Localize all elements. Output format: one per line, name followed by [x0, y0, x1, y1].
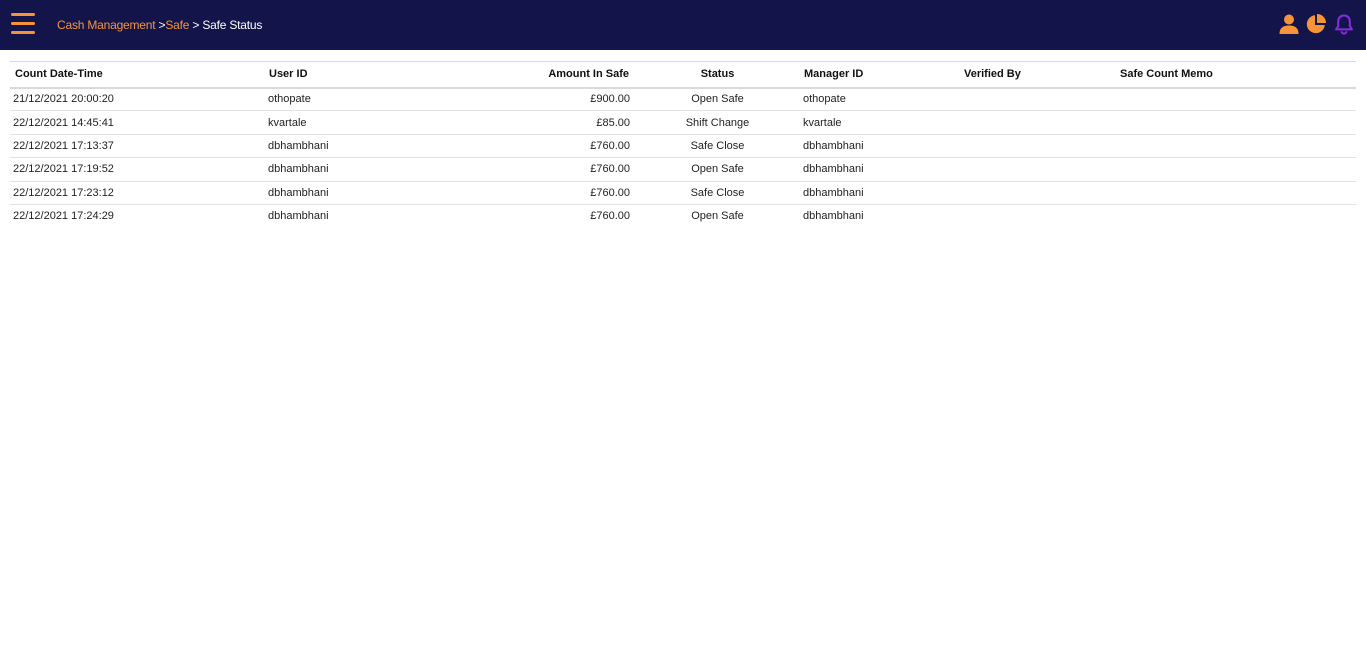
cell-user-id: dbhambhani: [268, 163, 329, 176]
table-header-row: Count Date-Time User ID Amount In Safe S…: [10, 61, 1356, 88]
cell-count-date-time: 22/12/2021 17:23:12: [13, 186, 114, 199]
cell-manager-id: dbhambhani: [803, 210, 864, 223]
cell-amount-in-safe: £900.00: [590, 93, 630, 106]
cell-count-date-time: 21/12/2021 20:00:20: [13, 93, 114, 106]
table-row[interactable]: 22/12/2021 17:23:12 dbhambhani £760.00 S…: [10, 181, 1356, 205]
cell-verified-by: [960, 181, 1116, 204]
cell-status: Safe Close: [690, 139, 745, 152]
bell-icon[interactable]: [1333, 13, 1355, 35]
cell-manager-id: kvartale: [803, 116, 842, 129]
cell-user-id: dbhambhani: [268, 210, 329, 223]
cell-verified-by: [960, 111, 1116, 134]
cell-status: Open Safe: [691, 163, 744, 176]
cell-verified-by: [960, 204, 1116, 227]
cell-verified-by: [960, 158, 1116, 181]
cell-status: Safe Close: [690, 186, 745, 199]
cell-safe-count-memo: [1116, 181, 1356, 204]
cell-amount-in-safe: £760.00: [590, 163, 630, 176]
cell-status: Open Safe: [691, 210, 744, 223]
table-row[interactable]: 22/12/2021 17:13:37 dbhambhani £760.00 S…: [10, 134, 1356, 158]
user-icon[interactable]: [1278, 13, 1300, 35]
column-safe-count-memo[interactable]: Safe Count Memo: [1116, 62, 1356, 88]
column-count-date-time[interactable]: Count Date-Time: [10, 62, 265, 88]
hamburger-menu-icon[interactable]: [11, 13, 35, 35]
table-row[interactable]: 22/12/2021 17:24:29 dbhambhani £760.00 O…: [10, 204, 1356, 227]
table-row[interactable]: 22/12/2021 17:19:52 dbhambhani £760.00 O…: [10, 158, 1356, 182]
cell-safe-count-memo: [1116, 158, 1356, 181]
breadcrumb-separator: >: [192, 18, 200, 32]
cell-status: Open Safe: [691, 93, 744, 106]
cell-user-id: othopate: [268, 93, 311, 106]
cell-verified-by: [960, 134, 1116, 157]
cell-verified-by: [960, 88, 1116, 111]
column-manager-id[interactable]: Manager ID: [800, 62, 960, 88]
pie-chart-icon[interactable]: [1305, 13, 1327, 35]
cell-status: Shift Change: [685, 116, 750, 129]
cell-safe-count-memo: [1116, 204, 1356, 227]
table-row[interactable]: 22/12/2021 14:45:41 kvartale £85.00 Shif…: [10, 111, 1356, 135]
cell-safe-count-memo: [1116, 88, 1356, 111]
top-bar: Cash Management >Safe > Safe Status: [0, 0, 1366, 50]
column-user-id[interactable]: User ID: [265, 62, 460, 88]
cell-count-date-time: 22/12/2021 17:13:37: [13, 139, 114, 152]
breadcrumb-safe[interactable]: Safe: [165, 18, 189, 32]
safe-status-table: Count Date-Time User ID Amount In Safe S…: [10, 61, 1356, 228]
column-status[interactable]: Status: [635, 62, 800, 88]
cell-count-date-time: 22/12/2021 17:24:29: [13, 210, 114, 223]
breadcrumb-cash-management[interactable]: Cash Management: [57, 18, 156, 32]
cell-amount-in-safe: £760.00: [590, 210, 630, 223]
cell-amount-in-safe: £760.00: [590, 186, 630, 199]
cell-amount-in-safe: £85.00: [596, 116, 630, 129]
breadcrumb: Cash Management >Safe > Safe Status: [57, 18, 262, 32]
cell-user-id: kvartale: [268, 116, 307, 129]
cell-amount-in-safe: £760.00: [590, 139, 630, 152]
cell-safe-count-memo: [1116, 134, 1356, 157]
table-row[interactable]: 21/12/2021 20:00:20 othopate £900.00 Ope…: [10, 88, 1356, 111]
cell-manager-id: dbhambhani: [803, 186, 864, 199]
cell-user-id: dbhambhani: [268, 186, 329, 199]
cell-manager-id: othopate: [803, 93, 846, 106]
breadcrumb-safe-status: Safe Status: [202, 18, 263, 32]
column-verified-by[interactable]: Verified By: [960, 62, 1116, 88]
cell-manager-id: dbhambhani: [803, 163, 864, 176]
cell-count-date-time: 22/12/2021 17:19:52: [13, 163, 114, 176]
cell-user-id: dbhambhani: [268, 139, 329, 152]
column-amount-in-safe[interactable]: Amount In Safe: [460, 62, 635, 88]
cell-count-date-time: 22/12/2021 14:45:41: [13, 116, 114, 129]
cell-safe-count-memo: [1116, 111, 1356, 134]
cell-manager-id: dbhambhani: [803, 139, 864, 152]
